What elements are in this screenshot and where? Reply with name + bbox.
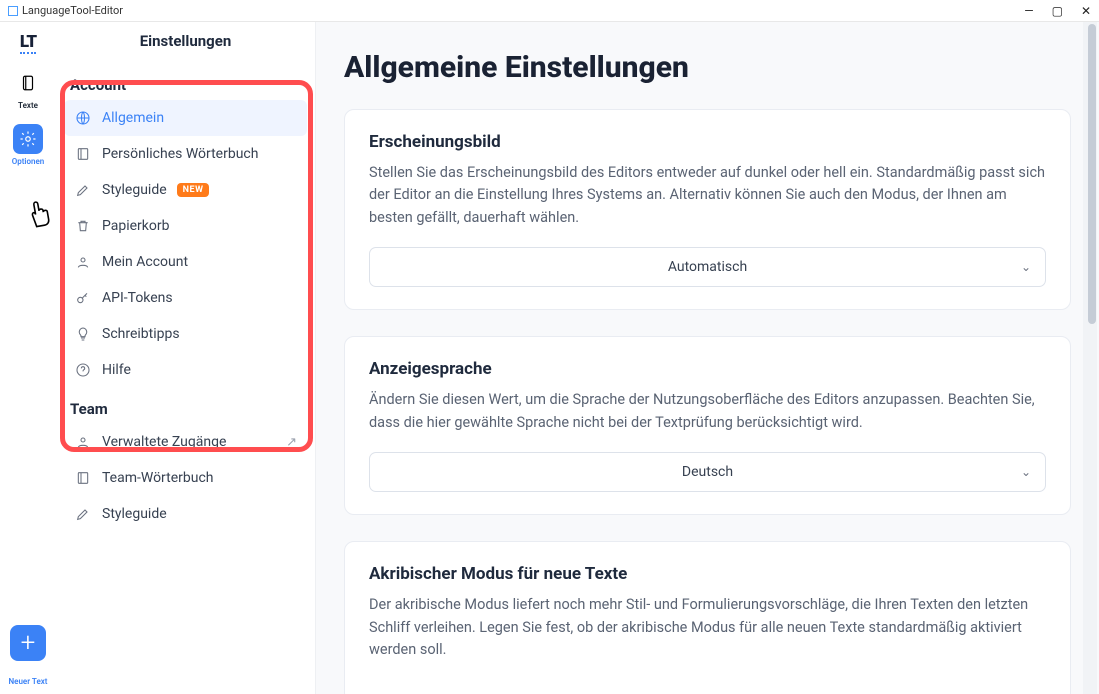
gear-icon [13,124,43,154]
card-heading: Anzeigesprache [369,359,1046,379]
menu-woerterbuch[interactable]: Persönliches Wörterbuch [64,136,307,172]
key-icon [74,289,92,307]
trash-icon [74,217,92,235]
book-icon [74,469,92,487]
close-button[interactable]: ✕ [1081,4,1091,18]
card-heading: Erscheinungsbild [369,132,1046,152]
rail-optionen[interactable]: Optionen [10,124,46,166]
pen-icon [74,505,92,523]
section-account: Account [56,64,315,100]
book-icon [74,145,92,163]
chevron-down-icon: ⌄ [1021,260,1031,274]
globe-icon [74,109,92,127]
menu-team-woerterbuch[interactable]: Team-Wörterbuch [64,460,307,496]
rail-texte[interactable]: Texte [10,68,46,110]
menu-hilfe[interactable]: Hilfe [64,352,307,388]
titlebar: LanguageTool-Editor — ▢ ✕ [0,0,1099,22]
page-title: Allgemeine Einstellungen [344,50,1071,85]
new-text-button[interactable]: + [10,625,46,661]
menu-schreibtipps[interactable]: Schreibtipps [64,316,307,352]
help-icon [74,361,92,379]
menu-team-styleguide[interactable]: Styleguide [64,496,307,532]
main-content: Allgemeine Einstellungen Erscheinungsbil… [316,22,1099,694]
card-body: Ändern Sie diesen Wert, um die Sprache d… [369,389,1046,434]
menu-verwaltete-zugaenge[interactable]: Verwaltete Zugänge ↗ [64,424,307,460]
menu-allgemein[interactable]: Allgemein [64,100,307,136]
bulb-icon [74,325,92,343]
document-icon [13,68,43,98]
logo: LT [20,32,36,54]
menu-mein-account[interactable]: Mein Account [64,244,307,280]
user-icon [74,253,92,271]
sidebar-title: Einstellungen [56,32,315,50]
chevron-down-icon: ⌄ [1021,465,1031,479]
minimize-button[interactable]: — [1024,4,1033,18]
nav-rail: LT Texte Optionen + Neuer Text [0,22,56,694]
card-body: Stellen Sie das Erscheinungsbild des Edi… [369,162,1046,229]
card-heading: Akribischer Modus für neue Texte [369,564,1046,584]
appearance-select[interactable]: Automatisch ⌄ [369,247,1046,287]
external-link-icon: ↗ [286,435,297,450]
new-badge: NEW [177,183,210,197]
window-title: LanguageTool-Editor [22,4,123,17]
scrollbar-thumb[interactable] [1088,24,1096,324]
menu-api-tokens[interactable]: API-Tokens [64,280,307,316]
new-text-label: Neuer Text [9,677,48,686]
card-body: Der akribische Modus liefert noch mehr S… [369,594,1046,661]
menu-styleguide[interactable]: Styleguide NEW [64,172,307,208]
app-icon [8,6,18,16]
maximize-button[interactable]: ▢ [1052,4,1063,18]
card-akribisch: Akribischer Modus für neue Texte Der akr… [344,541,1071,694]
card-language: Anzeigesprache Ändern Sie diesen Wert, u… [344,336,1071,515]
section-team: Team [56,388,315,424]
card-appearance: Erscheinungsbild Stellen Sie das Erschei… [344,109,1071,310]
settings-sidebar: Einstellungen Account Allgemein Persönli… [56,22,316,694]
language-select[interactable]: Deutsch ⌄ [369,452,1046,492]
menu-papierkorb[interactable]: Papierkorb [64,208,307,244]
user-icon [74,433,92,451]
pen-icon [74,181,92,199]
